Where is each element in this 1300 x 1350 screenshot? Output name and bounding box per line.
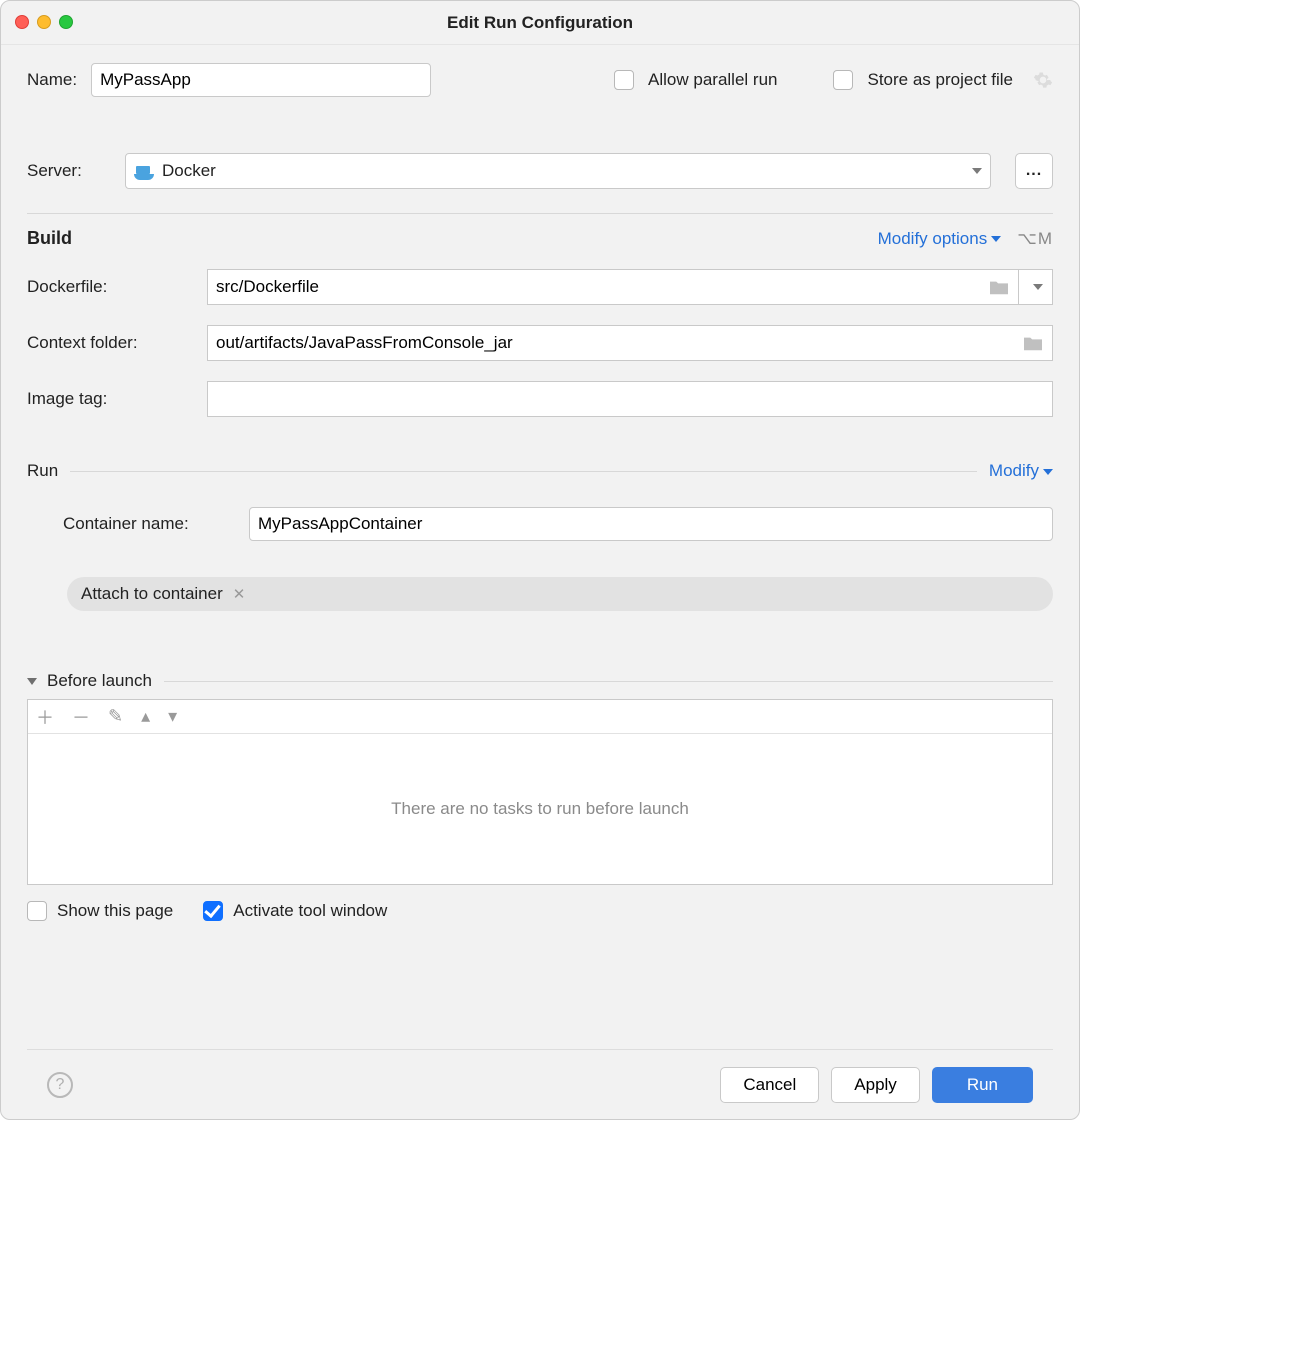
attach-tag-label: Attach to container [81,584,223,604]
chevron-down-icon [1033,284,1043,290]
server-value: Docker [162,161,216,181]
docker-icon [134,162,156,180]
before-launch-title: Before launch [47,671,152,691]
dockerfile-dropdown[interactable] [1018,270,1052,304]
activate-tool-checkbox[interactable] [203,901,223,921]
chevron-down-icon[interactable] [27,678,37,685]
dialog-window: Edit Run Configuration Name: Allow paral… [0,0,1080,1120]
folder-icon[interactable] [1022,334,1044,352]
help-button[interactable]: ? [47,1072,73,1098]
activate-tool-label: Activate tool window [233,901,387,921]
store-project-checkbox[interactable] [833,70,853,90]
close-icon[interactable] [15,15,29,29]
add-icon[interactable]: ＋ [36,704,54,730]
titlebar: Edit Run Configuration [1,1,1079,45]
container-name-input[interactable] [249,507,1053,541]
name-input[interactable] [91,63,431,97]
show-page-label: Show this page [57,901,173,921]
up-icon[interactable]: ▴ [141,706,150,727]
dockerfile-label: Dockerfile: [27,277,207,297]
chevron-down-icon [972,168,982,174]
server-label: Server: [27,161,111,181]
context-input[interactable] [208,326,1014,360]
before-launch-box: ＋ － ✎ ▴ ▾ There are no tasks to run befo… [27,699,1053,885]
build-section-title: Build [27,228,72,249]
context-label: Context folder: [27,333,207,353]
window-controls [15,15,73,29]
container-name-label: Container name: [63,514,249,534]
context-field [207,325,1053,361]
close-icon[interactable]: ✕ [233,585,246,603]
zoom-icon[interactable] [59,15,73,29]
server-more-button[interactable]: ... [1015,153,1053,189]
image-tag-input[interactable] [208,382,1052,416]
before-launch-empty: There are no tasks to run before launch [28,734,1052,884]
modify-shortcut: ⌥M [1017,229,1053,249]
gear-icon[interactable] [1033,70,1053,90]
allow-parallel-label: Allow parallel run [648,70,777,90]
edit-icon[interactable]: ✎ [108,706,123,727]
down-icon[interactable]: ▾ [168,706,177,727]
folder-icon[interactable] [988,278,1010,296]
store-project-label: Store as project file [867,70,1013,90]
image-tag-label: Image tag: [27,389,207,409]
chevron-down-icon [991,236,1001,242]
allow-parallel-checkbox[interactable] [614,70,634,90]
run-button[interactable]: Run [932,1067,1033,1103]
apply-button[interactable]: Apply [831,1067,920,1103]
build-modify-options[interactable]: Modify options [878,229,1002,249]
dialog-title: Edit Run Configuration [447,13,633,33]
cancel-button[interactable]: Cancel [720,1067,819,1103]
attach-tag[interactable]: Attach to container ✕ [67,577,1053,611]
chevron-down-icon [1043,469,1053,475]
image-tag-field [207,381,1053,417]
remove-icon[interactable]: － [72,704,90,730]
name-label: Name: [27,70,77,90]
server-select[interactable]: Docker [125,153,991,189]
minimize-icon[interactable] [37,15,51,29]
dockerfile-field [207,269,1053,305]
show-page-checkbox[interactable] [27,901,47,921]
dockerfile-input[interactable] [208,270,980,304]
run-section-title: Run [27,461,58,481]
run-modify[interactable]: Modify [989,461,1053,481]
